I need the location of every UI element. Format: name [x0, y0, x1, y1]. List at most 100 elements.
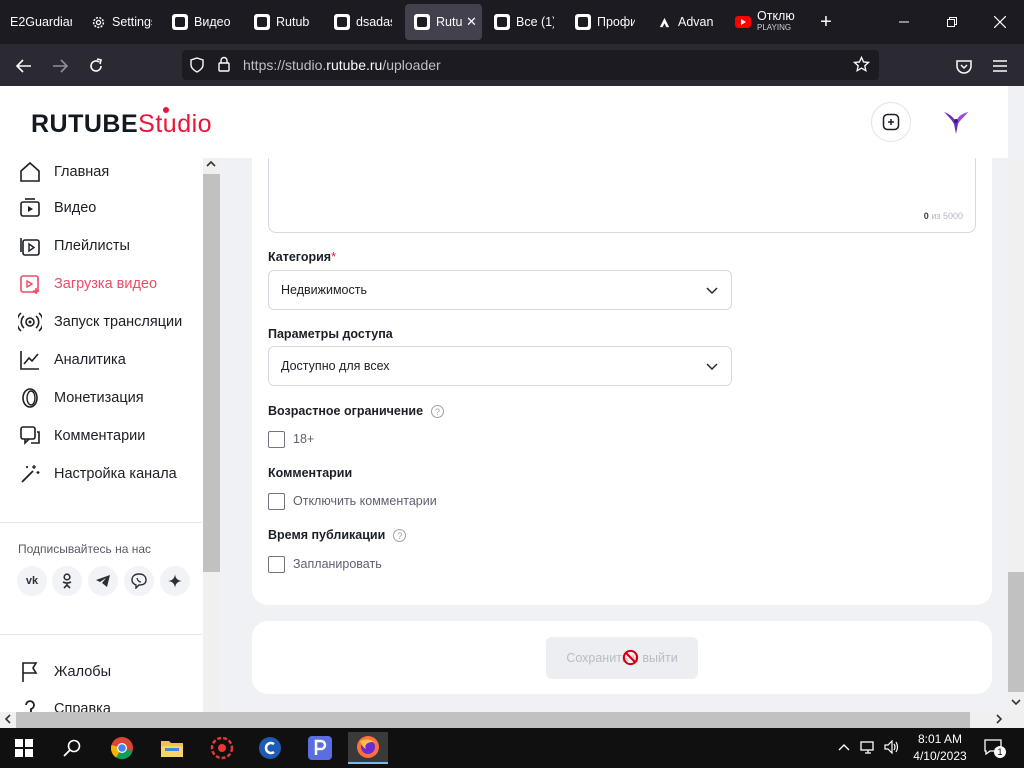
sidebar-item-video[interactable]: Видео	[18, 194, 96, 222]
url-text: https://studio.rutube.ru/uploader	[243, 57, 441, 73]
tab-rutube[interactable]: Rutube	[254, 4, 310, 40]
sidebar-item-broadcast[interactable]: Запуск трансляции	[18, 308, 182, 336]
back-button[interactable]	[10, 52, 38, 80]
rutube-icon	[494, 14, 510, 30]
tab-advan[interactable]: Advan	[656, 4, 716, 40]
tab-e2guardian[interactable]: E2Guardian	[10, 4, 72, 40]
sidebar-item-playlists[interactable]: Плейлисты	[18, 232, 130, 260]
reload-button[interactable]	[82, 52, 110, 80]
page-scrollbar[interactable]	[1008, 158, 1024, 712]
sidebar-item-analytics[interactable]: Аналитика	[18, 346, 126, 374]
checkbox-box[interactable]	[268, 430, 285, 448]
sidebar-item-comments[interactable]: Комментарии	[18, 422, 145, 450]
category-select[interactable]: Недвижимость	[268, 270, 732, 310]
firefox-taskbar-button[interactable]	[348, 732, 388, 764]
scroll-left-arrow[interactable]	[3, 713, 13, 728]
minimize-button[interactable]	[880, 0, 928, 44]
horizontal-scroll-thumb[interactable]	[16, 712, 970, 728]
search-button[interactable]	[52, 732, 92, 764]
tab-rutube-active[interactable]: Rutu ✕	[405, 4, 482, 40]
access-value: Доступно для всех	[281, 359, 390, 373]
publish-time-label: Время публикации?	[268, 528, 407, 543]
notifications-button[interactable]: 1	[984, 728, 1006, 768]
sidebar-item-complaints[interactable]: Жалобы	[18, 658, 111, 686]
tab-youtube[interactable]: Отклю PLAYING	[735, 4, 797, 40]
url-bar[interactable]: https://studio.rutube.ru/uploader	[182, 50, 879, 80]
upload-icon	[18, 272, 42, 296]
tab-title: Settings	[112, 15, 152, 29]
scroll-right-arrow[interactable]	[994, 713, 1004, 728]
volume-icon[interactable]	[884, 739, 900, 757]
ccleaner-taskbar-button[interactable]	[250, 732, 290, 764]
hummingbird-icon	[944, 112, 968, 134]
telegram-icon[interactable]	[88, 566, 118, 596]
scroll-down-arrow[interactable]	[1010, 696, 1022, 711]
sidebar-item-help[interactable]: Справка	[18, 695, 111, 712]
pocket-button[interactable]	[950, 52, 978, 80]
close-tab-icon[interactable]: ✕	[466, 14, 477, 30]
chevron-down-icon	[706, 363, 718, 370]
chevron-up-icon[interactable]	[838, 741, 850, 755]
p-app-taskbar-button[interactable]	[300, 732, 340, 764]
file-explorer-button[interactable]	[152, 732, 192, 764]
sidebar-divider	[0, 522, 202, 523]
tab-title: Все (1)	[516, 15, 554, 29]
rutube-icon	[334, 14, 350, 30]
page-scroll-thumb[interactable]	[1008, 572, 1024, 692]
avatar[interactable]	[940, 106, 972, 138]
disable-comments-checkbox[interactable]: Отключить комментарии	[268, 492, 437, 510]
age-restriction-label: Возрастное ограничение?	[268, 404, 445, 419]
plus-square-icon	[882, 113, 900, 131]
ok-icon[interactable]	[52, 566, 82, 596]
sidebar-item-upload[interactable]: Загрузка видео	[18, 270, 157, 298]
forward-button[interactable]	[46, 52, 74, 80]
tab-all[interactable]: Все (1)	[494, 4, 554, 40]
taskbar-clock[interactable]: 8:01 AM 4/10/2023	[910, 731, 970, 765]
tab-title: Профи	[597, 15, 635, 29]
sidebar-item-home[interactable]: Главная	[18, 158, 109, 186]
help-icon[interactable]: ?	[431, 405, 445, 419]
tab-profile[interactable]: Профи	[575, 4, 635, 40]
checkbox-box[interactable]	[268, 492, 285, 510]
restore-button[interactable]	[928, 0, 976, 44]
horizontal-scrollbar[interactable]	[0, 699, 1024, 728]
shield-icon[interactable]	[190, 57, 204, 76]
start-button[interactable]	[4, 732, 44, 764]
reload-icon	[90, 58, 102, 72]
lock-icon[interactable]	[218, 56, 230, 75]
tab-settings[interactable]: Settings	[90, 4, 152, 40]
sidebar-item-channel-settings[interactable]: Настройка канала	[18, 460, 177, 488]
app-taskbar-button[interactable]	[202, 732, 242, 764]
not-allowed-cursor-icon	[622, 649, 639, 666]
sidebar-item-monetization[interactable]: Монетизация	[18, 384, 144, 412]
network-icon[interactable]	[860, 740, 876, 757]
schedule-checkbox[interactable]: Запланировать	[268, 555, 382, 573]
comments-label: Комментарии	[268, 466, 353, 480]
add-content-button[interactable]	[871, 102, 911, 142]
checkbox-box[interactable]	[268, 555, 285, 573]
chrome-taskbar-button[interactable]	[102, 732, 142, 764]
flag-icon	[18, 660, 42, 684]
sidebar-scrollbar[interactable]	[203, 158, 220, 712]
arrow-right-icon	[53, 59, 68, 73]
zen-icon[interactable]	[160, 566, 190, 596]
age-18-checkbox[interactable]: 18+	[268, 430, 314, 448]
help-icon[interactable]: ?	[393, 529, 407, 543]
viber-icon[interactable]	[124, 566, 154, 596]
sidebar-scroll-thumb[interactable]	[203, 174, 220, 572]
red-app-icon	[210, 736, 234, 760]
tab-video[interactable]: Видео	[172, 4, 230, 40]
scroll-up-arrow[interactable]	[205, 158, 217, 173]
tab-dsadas[interactable]: dsadas	[334, 4, 392, 40]
rutube-studio-logo[interactable]: RUTUBEStudio	[31, 107, 212, 139]
plus-icon: +	[820, 10, 832, 33]
bookmark-star-icon[interactable]	[852, 55, 871, 76]
minimize-icon	[899, 21, 909, 23]
sidebar-item-label: Справка	[54, 701, 111, 712]
menu-button[interactable]	[986, 52, 1014, 80]
vk-icon[interactable]: vk	[17, 566, 47, 596]
access-select[interactable]: Доступно для всех	[268, 346, 732, 386]
close-window-button[interactable]	[976, 0, 1024, 44]
new-tab-button[interactable]: +	[814, 4, 838, 40]
description-textarea[interactable]: 0 из 5000	[268, 158, 976, 233]
